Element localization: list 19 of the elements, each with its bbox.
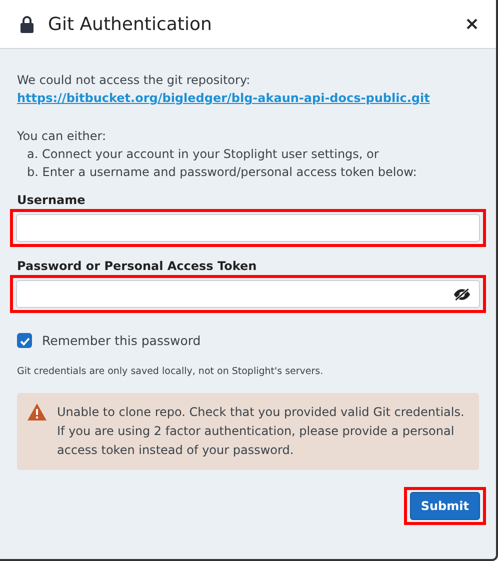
option-text: a. Connect your account in your Stoplight user settings, or bbox=[27, 146, 379, 163]
option-text: b. Enter a username and password/personal access token below: bbox=[27, 164, 417, 181]
field-label: Username bbox=[17, 193, 86, 207]
dialog-title: Git Authentication bbox=[48, 14, 213, 34]
submit-button[interactable]: Submit bbox=[410, 492, 480, 520]
field-label: Password or Personal Access Token bbox=[17, 259, 257, 273]
options-lead: You can either: bbox=[17, 128, 106, 145]
intro-text: We could not access the git repository: https://bitbucket.org/bigledger/blg-akaun-api-docs-public.git bbox=[17, 72, 431, 107]
password-field[interactable] bbox=[16, 280, 480, 308]
repository-link[interactable]: https://bitbucket.org/bigledger/blg-akaun-api-docs-public.git bbox=[17, 91, 430, 105]
warning-icon bbox=[27, 403, 47, 421]
alert-text: Unable to clone repo. Check that you provided valid Git credentials. If you are using 2 factor authentication, please provide a personal access token instead of your password. bbox=[57, 404, 466, 459]
lock-icon bbox=[20, 15, 34, 33]
eye-slash-icon[interactable] bbox=[453, 288, 471, 300]
username-field[interactable] bbox=[16, 214, 480, 242]
checkbox-label: Remember this password bbox=[42, 333, 201, 348]
credentials-note: Git credentials are only saved locally, not on Stoplight's servers. bbox=[17, 366, 324, 377]
remember-checkbox[interactable] bbox=[17, 333, 32, 348]
close-icon bbox=[466, 18, 478, 30]
